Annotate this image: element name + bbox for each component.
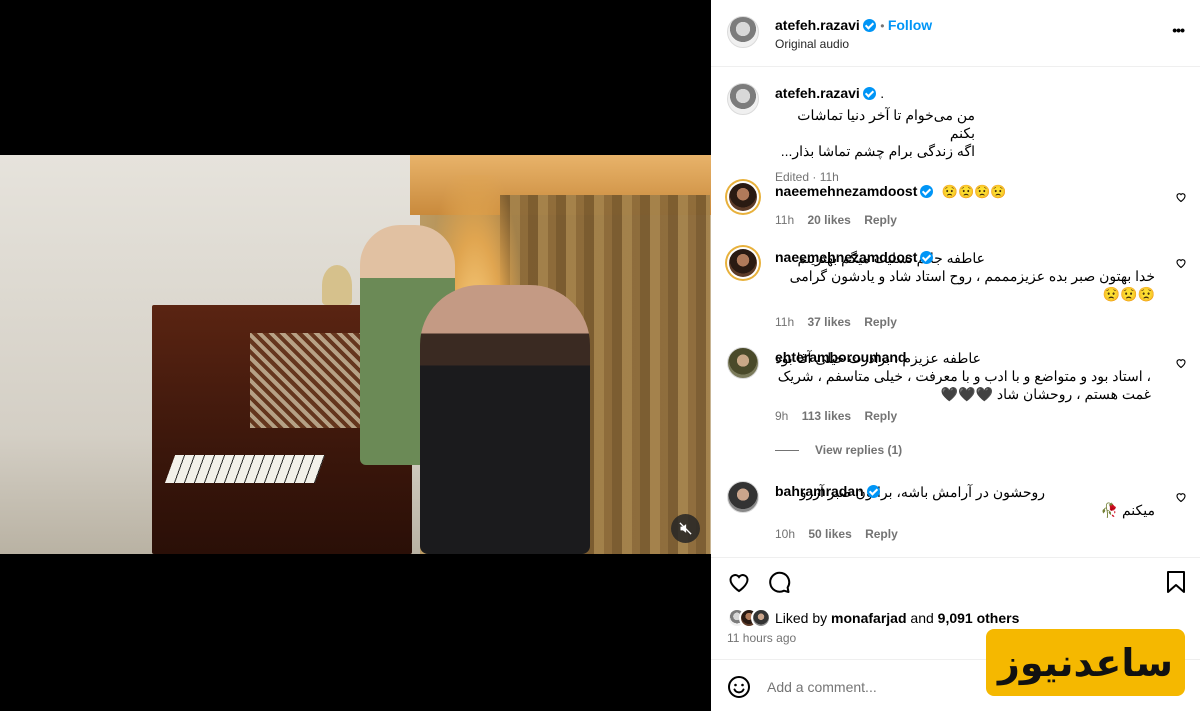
mute-icon xyxy=(679,522,692,535)
view-replies-label[interactable]: View replies (1) xyxy=(815,443,902,457)
liked-by-user[interactable]: monafarjad xyxy=(831,610,906,626)
video-lamp xyxy=(322,265,352,305)
comment-text: 😟😟😟😟 xyxy=(941,184,1007,199)
reply-button[interactable]: Reply xyxy=(864,315,897,329)
video-person-playing xyxy=(420,285,590,554)
post-media xyxy=(0,0,711,711)
reply-button[interactable]: Reply xyxy=(864,213,897,227)
likes-row: Liked by monafarjad and 9,091 others xyxy=(727,608,1019,628)
comment-time: 11h xyxy=(775,315,795,329)
piano-keys xyxy=(164,455,326,483)
verified-badge-icon xyxy=(862,19,876,32)
verified-badge-icon xyxy=(862,87,876,100)
comment-meta: 11h 37 likes Reply xyxy=(775,315,1155,329)
mute-button[interactable] xyxy=(671,514,700,543)
comment-time: 11h xyxy=(775,213,795,227)
comment-likes[interactable]: 20 likes xyxy=(807,213,850,227)
comment-time: 10h xyxy=(775,527,796,541)
liker-avatar xyxy=(751,608,771,628)
verified-badge-icon xyxy=(920,185,934,198)
caption-dot: . xyxy=(880,85,885,101)
heart-icon[interactable] xyxy=(1175,491,1187,503)
heart-icon[interactable] xyxy=(1175,257,1187,269)
heart-icon[interactable] xyxy=(1175,191,1187,203)
author-avatar[interactable] xyxy=(727,16,759,48)
comment-icon[interactable] xyxy=(767,570,791,594)
comment-likes[interactable]: 113 likes xyxy=(802,409,851,423)
commenter-avatar[interactable] xyxy=(727,181,759,213)
caption-line-2: اگه زندگی برام چشم تماشا بذار... xyxy=(780,143,975,159)
comment-text: عاطفه جانم تسلیت میگم بهترینم خدا بهتون … xyxy=(789,250,1155,302)
heart-icon[interactable] xyxy=(1175,357,1187,369)
verified-badge-icon xyxy=(866,485,880,498)
audio-label[interactable]: Original audio xyxy=(775,37,849,51)
follow-button[interactable]: Follow xyxy=(888,17,932,33)
comment-text: روحشون در آرامش باشه، براتون صبر آرزو می… xyxy=(799,484,1155,518)
piano-panel xyxy=(250,333,360,428)
author-username[interactable]: atefeh.razavi xyxy=(775,17,860,33)
more-options-icon[interactable]: ••• xyxy=(1172,22,1185,38)
caption-avatar[interactable] xyxy=(727,83,759,115)
emoji-icon[interactable] xyxy=(727,675,751,699)
separator-dot: • xyxy=(880,19,888,33)
comments-section: atefeh.razavi . من می‌خوام تا آخر دنیا ت… xyxy=(711,67,1200,557)
commenter-avatar[interactable] xyxy=(727,347,759,379)
liked-by-prefix: Liked by xyxy=(775,610,828,626)
watermark-logo: ساعدنیوز xyxy=(986,629,1185,696)
comment-meta: 11h 20 likes Reply xyxy=(775,213,1165,227)
comment-text: عاطفه عزیزم ، برادرت خیلی آقا بود ، استا… xyxy=(775,350,1151,402)
commenter-avatar[interactable] xyxy=(727,247,759,279)
post-header: atefeh.razavi • Follow Original audio ••… xyxy=(711,0,1200,67)
heart-icon[interactable] xyxy=(727,570,751,594)
comment-likes[interactable]: 37 likes xyxy=(807,315,850,329)
comment-username[interactable]: naeemehnezamdoost xyxy=(775,183,917,199)
reply-button[interactable]: Reply xyxy=(865,527,898,541)
comment-input[interactable] xyxy=(767,676,967,698)
view-replies[interactable]: View replies (1) xyxy=(775,443,1151,457)
commenter-avatar[interactable] xyxy=(727,481,759,513)
liked-by-others[interactable]: 9,091 others xyxy=(938,610,1020,626)
caption-username[interactable]: atefeh.razavi xyxy=(775,85,860,101)
post-time[interactable]: 11 hours ago xyxy=(727,631,796,645)
reply-button[interactable]: Reply xyxy=(864,409,897,423)
liked-by-and: and xyxy=(910,610,934,626)
comment-meta: 9h 113 likes Reply xyxy=(775,409,1151,423)
bookmark-icon[interactable] xyxy=(1165,570,1187,594)
comment-likes[interactable]: 50 likes xyxy=(808,527,851,541)
view-replies-line xyxy=(775,449,799,451)
caption-meta: Edited · 11h xyxy=(775,170,839,184)
post-side-panel: atefeh.razavi • Follow Original audio ••… xyxy=(711,0,1200,711)
caption-line-1: من می‌خوام تا آخر دنیا تماشات بکنم xyxy=(797,107,975,141)
video-player[interactable] xyxy=(0,155,711,554)
comment-meta: 10h 50 likes Reply xyxy=(775,527,1155,541)
comment-time: 9h xyxy=(775,409,789,423)
